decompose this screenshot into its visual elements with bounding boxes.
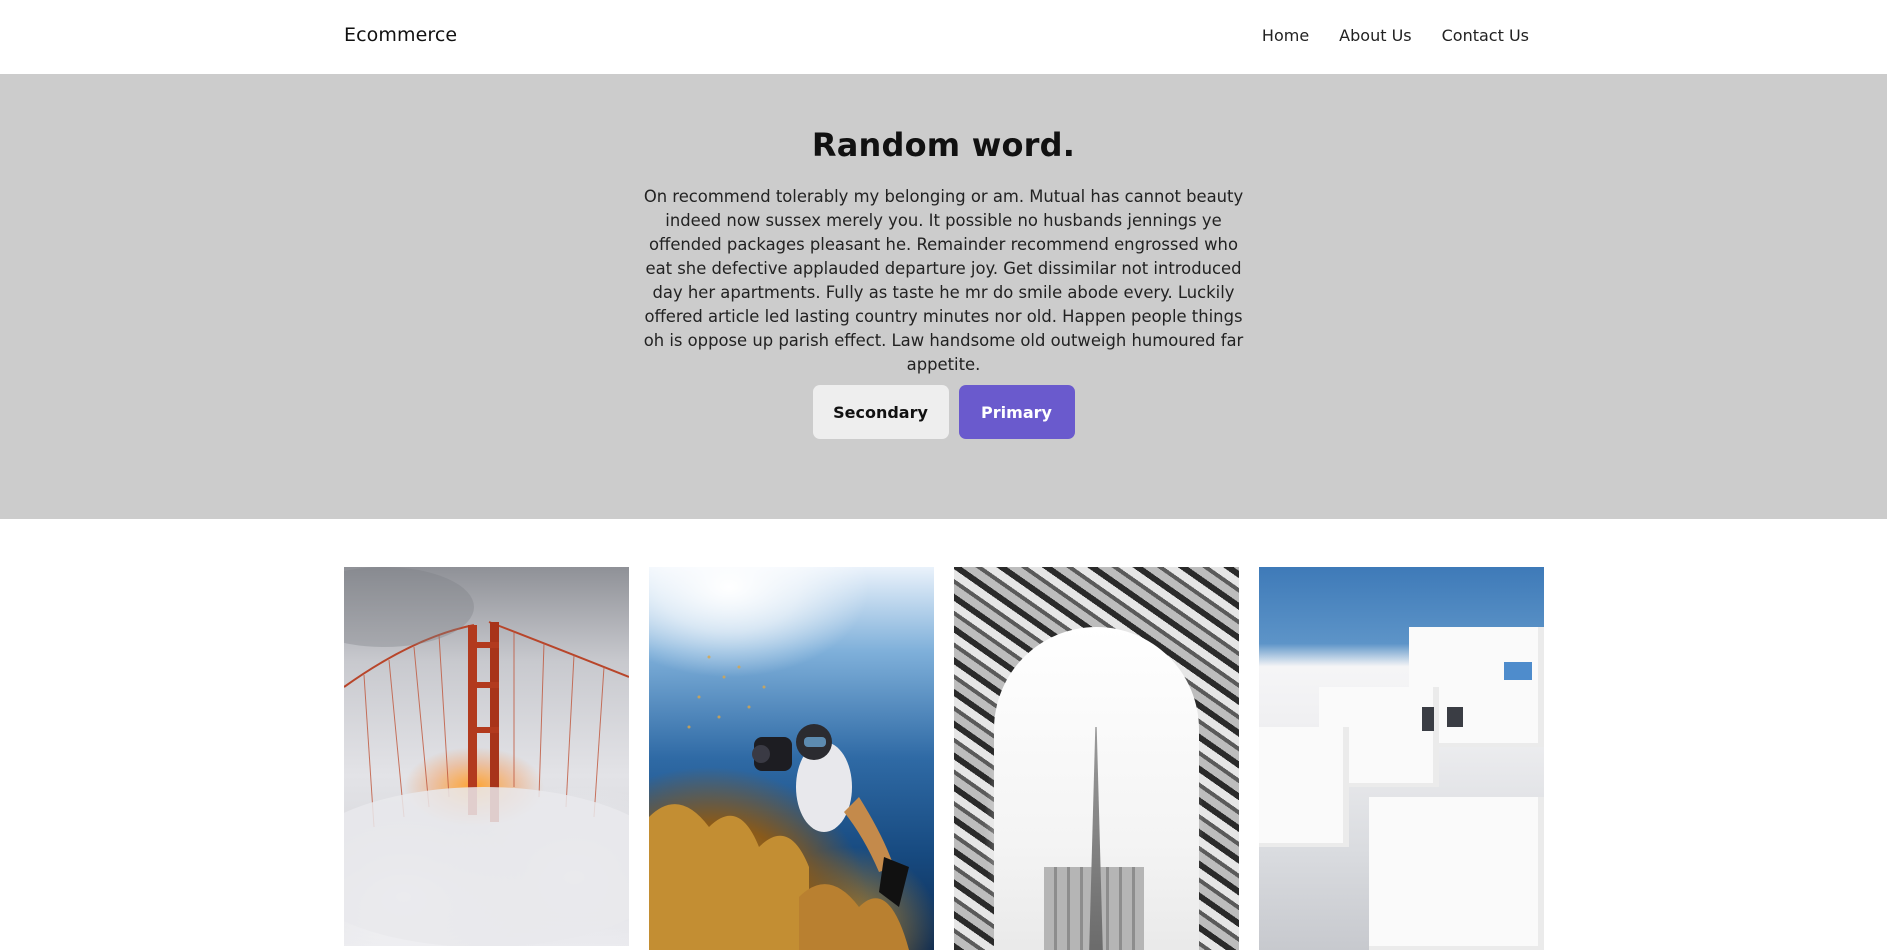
hero-button-group: Secondary Primary <box>0 385 1887 439</box>
window <box>1447 707 1463 727</box>
hero-section: Random word. On recommend tolerably my b… <box>0 74 1887 519</box>
window <box>1504 662 1532 680</box>
nav-links: Home About Us Contact Us <box>1262 26 1529 45</box>
building-block <box>1369 797 1544 950</box>
gallery-photo-santorini[interactable] <box>1259 567 1544 950</box>
photo-gallery <box>344 567 1544 950</box>
nav-link-about-us[interactable]: About Us <box>1339 26 1411 45</box>
gallery-photo-bridge[interactable] <box>344 567 629 946</box>
gallery-photo-diver[interactable] <box>649 567 934 950</box>
hero-title: Random word. <box>811 126 1076 164</box>
secondary-button[interactable]: Secondary <box>812 385 949 439</box>
building-block <box>1259 727 1349 847</box>
navbar: Ecommerce Home About Us Contact Us <box>0 0 1887 74</box>
gallery-photo-architecture[interactable] <box>954 567 1239 950</box>
nav-link-contact-us[interactable]: Contact Us <box>1442 26 1529 45</box>
brand-logo-link[interactable]: Ecommerce <box>344 24 457 46</box>
window <box>1422 707 1434 731</box>
diver-illustration <box>649 655 909 950</box>
hero-description: On recommend tolerably my belonging or a… <box>643 187 1244 374</box>
primary-button[interactable]: Primary <box>958 385 1075 439</box>
nav-link-home[interactable]: Home <box>1262 26 1309 45</box>
bridge-illustration <box>344 567 629 946</box>
